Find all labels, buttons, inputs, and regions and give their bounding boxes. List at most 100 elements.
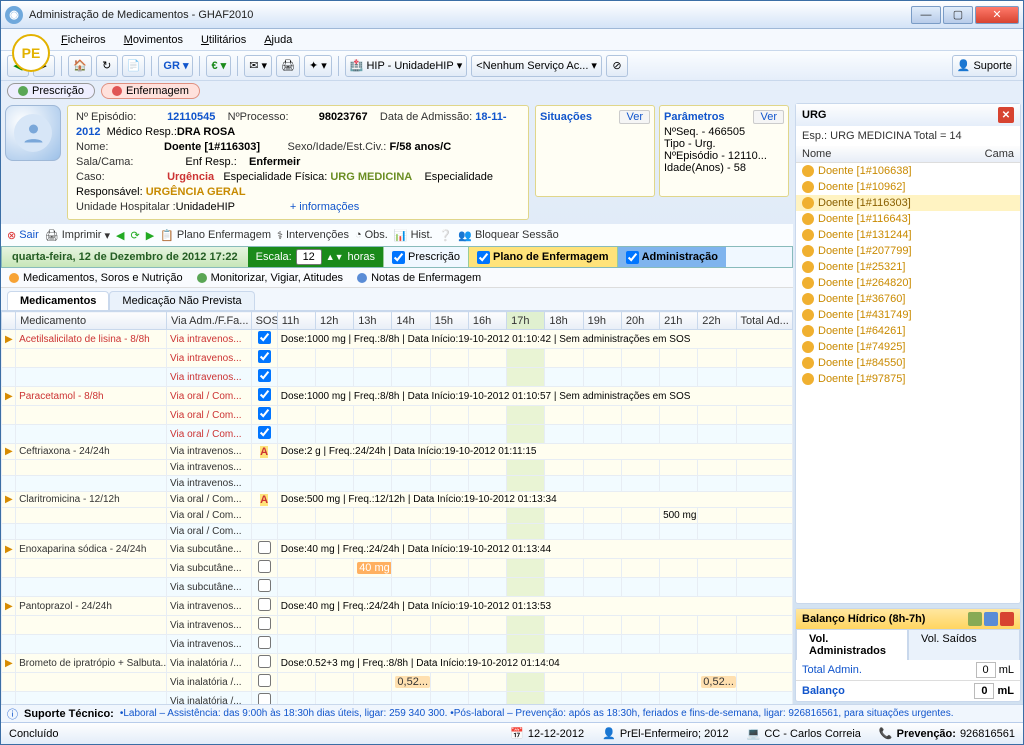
- row-handle[interactable]: ▶: [2, 387, 16, 406]
- hour-cell[interactable]: [545, 673, 583, 692]
- medication-grid[interactable]: MedicamentoVia Adm./F.Fa...SOS 11h12h13h…: [1, 311, 793, 704]
- tool-gr-button[interactable]: GR ▾: [158, 55, 193, 77]
- hour-cell[interactable]: [392, 616, 430, 635]
- bal-ico1[interactable]: [968, 612, 982, 626]
- hour-cell[interactable]: [430, 508, 468, 524]
- hour-cell[interactable]: 40 mg: [354, 559, 392, 578]
- sos-checkbox[interactable]: [258, 598, 271, 611]
- obs-button[interactable]: ◔ Obs.: [355, 229, 388, 241]
- hour-cell[interactable]: [468, 616, 506, 635]
- tool-print-icon[interactable]: 🖨: [276, 55, 300, 77]
- nav-green3[interactable]: ▶: [146, 229, 154, 242]
- tool-doc-icon[interactable]: 📄: [122, 55, 146, 77]
- row-handle[interactable]: ▶: [2, 330, 16, 349]
- hour-cell[interactable]: [315, 460, 353, 476]
- hour-cell[interactable]: [660, 673, 698, 692]
- hour-cell[interactable]: [277, 673, 315, 692]
- tool-refresh-icon[interactable]: ↻: [96, 55, 118, 77]
- menu-movimentos[interactable]: Movimentos: [124, 34, 183, 46]
- row-handle[interactable]: ▶: [2, 654, 16, 673]
- hour-cell[interactable]: [315, 508, 353, 524]
- suporte-button[interactable]: 👤 Suporte: [952, 55, 1017, 77]
- med-name[interactable]: Brometo de ipratrópio + Salbuta...: [16, 654, 167, 673]
- hour-cell[interactable]: 0,52...: [698, 673, 736, 692]
- hour-cell[interactable]: [698, 406, 736, 425]
- tab-vol-saidos[interactable]: Vol. Saídos: [908, 629, 1020, 660]
- tool-stop-icon[interactable]: ⊘: [606, 55, 628, 77]
- hour-cell[interactable]: [507, 508, 545, 524]
- hour-cell[interactable]: [698, 508, 736, 524]
- hour-cell[interactable]: [392, 349, 430, 368]
- subtab-nao-prevista[interactable]: Medicação Não Prevista: [109, 291, 254, 310]
- hour-cell[interactable]: [583, 349, 621, 368]
- hour-cell[interactable]: [468, 559, 506, 578]
- hour-cell[interactable]: [698, 349, 736, 368]
- med-name[interactable]: Paracetamol - 8/8h: [16, 387, 167, 406]
- hour-cell[interactable]: [545, 616, 583, 635]
- med-name[interactable]: Acetilsalicilato de lisina - 8/8h: [16, 330, 167, 349]
- tool-new-icon[interactable]: ✦ ▾: [304, 55, 332, 77]
- hour-cell[interactable]: [660, 460, 698, 476]
- chk-admin[interactable]: Administração: [617, 247, 726, 267]
- close-button[interactable]: ✕: [975, 6, 1019, 24]
- hour-cell[interactable]: [430, 406, 468, 425]
- hour-cell[interactable]: [507, 406, 545, 425]
- tab-prescricao[interactable]: Prescrição: [7, 83, 95, 99]
- hour-cell[interactable]: [507, 616, 545, 635]
- med-name[interactable]: Claritromicina - 12/12h: [16, 492, 167, 508]
- patient-list-item[interactable]: Doente [1#36760]: [796, 291, 1020, 307]
- patient-list-item[interactable]: Doente [1#74925]: [796, 339, 1020, 355]
- cat-meds[interactable]: Medicamentos, Soros e Nutrição: [9, 272, 183, 284]
- hour-cell[interactable]: [507, 460, 545, 476]
- cat-monit[interactable]: Monitorizar, Vigiar, Atitudes: [197, 272, 343, 284]
- chk-plano[interactable]: Plano de Enfermagem: [468, 247, 617, 267]
- hour-cell[interactable]: [583, 559, 621, 578]
- hour-cell[interactable]: [621, 673, 659, 692]
- hour-cell[interactable]: [621, 616, 659, 635]
- row-handle[interactable]: ▶: [2, 540, 16, 559]
- urg-close[interactable]: ✕: [998, 107, 1014, 123]
- patient-list-item[interactable]: Doente [1#84550]: [796, 355, 1020, 371]
- hour-cell[interactable]: [430, 559, 468, 578]
- hour-cell[interactable]: [315, 349, 353, 368]
- row-handle[interactable]: ▶: [2, 444, 16, 460]
- hour-cell[interactable]: [430, 349, 468, 368]
- maximize-button[interactable]: ▢: [943, 6, 973, 24]
- plano-enf-button[interactable]: 📋 Plano Enfermagem: [160, 229, 271, 242]
- hour-cell[interactable]: [392, 460, 430, 476]
- hip-dropdown[interactable]: 🏥 HIP - UnidadeHIP ▾: [345, 55, 467, 77]
- hour-cell[interactable]: [468, 349, 506, 368]
- hour-cell[interactable]: [660, 406, 698, 425]
- sos-checkbox[interactable]: [258, 655, 271, 668]
- hour-cell[interactable]: [583, 406, 621, 425]
- hour-cell[interactable]: [621, 559, 659, 578]
- hour-cell[interactable]: [545, 559, 583, 578]
- med-name[interactable]: Pantoprazol - 24/24h: [16, 597, 167, 616]
- med-name[interactable]: Enoxaparina sódica - 24/24h: [16, 540, 167, 559]
- chk-prescricao[interactable]: Prescrição: [383, 247, 468, 267]
- hour-cell[interactable]: [392, 406, 430, 425]
- more-info-link[interactable]: + informações: [290, 201, 359, 213]
- situacoes-ver[interactable]: Ver: [619, 110, 650, 124]
- hour-cell[interactable]: [545, 406, 583, 425]
- hour-cell[interactable]: [545, 508, 583, 524]
- hour-cell[interactable]: [277, 508, 315, 524]
- patient-list-item[interactable]: Doente [1#97875]: [796, 371, 1020, 387]
- hour-cell[interactable]: [621, 406, 659, 425]
- servico-dropdown[interactable]: <Nenhum Serviço Ac... ▾: [471, 55, 602, 77]
- hour-cell[interactable]: [545, 349, 583, 368]
- hour-cell[interactable]: [354, 616, 392, 635]
- hour-cell[interactable]: [583, 616, 621, 635]
- sair-button[interactable]: ⊗Sair: [7, 229, 39, 242]
- subtab-medicamentos[interactable]: Medicamentos: [7, 291, 109, 310]
- hour-cell[interactable]: [583, 508, 621, 524]
- hour-cell[interactable]: [583, 460, 621, 476]
- hour-cell[interactable]: [430, 460, 468, 476]
- hour-cell[interactable]: [698, 616, 736, 635]
- hour-cell[interactable]: [430, 616, 468, 635]
- hour-cell[interactable]: [315, 559, 353, 578]
- sos-checkbox[interactable]: [258, 541, 271, 554]
- hour-cell[interactable]: [468, 508, 506, 524]
- patient-list-item[interactable]: Doente [1#64261]: [796, 323, 1020, 339]
- menu-utilitarios[interactable]: Utilitários: [201, 34, 246, 46]
